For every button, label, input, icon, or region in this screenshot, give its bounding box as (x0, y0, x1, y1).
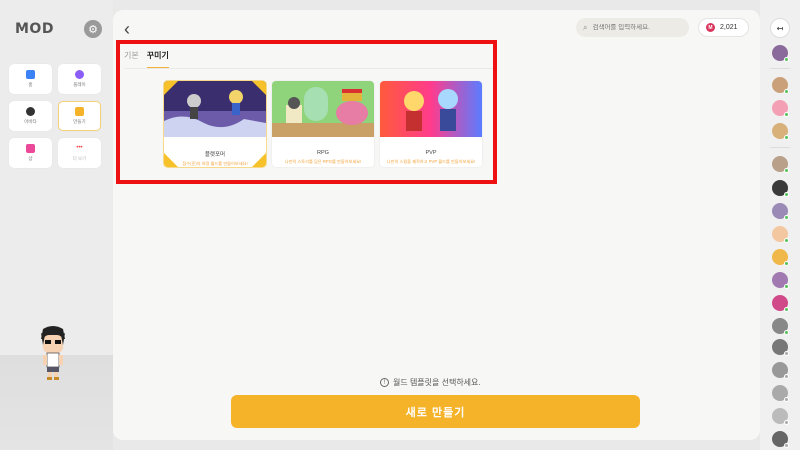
rail-divider (770, 68, 790, 69)
nav-shop[interactable]: 샵 (9, 138, 52, 168)
rail-divider (770, 147, 790, 148)
nav-label: 홈 (28, 82, 33, 87)
friend-avatar[interactable] (772, 226, 789, 243)
friend-avatar[interactable] (772, 272, 789, 289)
status-dot (784, 397, 789, 402)
nav-play[interactable]: 플레이 (58, 64, 101, 94)
nav-avatar[interactable]: 아바타 (9, 101, 52, 131)
create-new-button[interactable]: 새로 만들기 (231, 395, 640, 428)
shop-icon (26, 144, 35, 153)
expand-arrows-icon: ↤ (776, 23, 784, 33)
player-avatar (41, 326, 65, 380)
nav-label: 아바타 (24, 119, 37, 124)
nav-label: 플레이 (73, 82, 86, 87)
avatar-icon (26, 107, 35, 116)
friend-avatar[interactable] (772, 156, 789, 173)
friend-avatar[interactable] (772, 203, 789, 220)
chevron-left-icon: ‹ (124, 19, 130, 39)
status-dot (784, 307, 789, 312)
friend-avatar[interactable] (772, 339, 789, 356)
nav-label: 더 보기 (72, 156, 87, 161)
settings-button[interactable]: ⚙ (84, 20, 102, 38)
nav-more[interactable]: ••• 더 보기 (58, 138, 101, 168)
coin-balance[interactable]: M 2,021 (698, 18, 749, 37)
friend-avatar[interactable] (772, 385, 789, 402)
more-icon: ••• (76, 145, 83, 151)
status-dot (784, 330, 789, 335)
friend-avatar[interactable] (772, 249, 789, 266)
search-box[interactable]: ⌕ (576, 18, 689, 37)
search-input[interactable] (592, 24, 678, 31)
status-dot (784, 443, 789, 448)
status-dot (784, 192, 789, 197)
selection-hint: ! 월드 템플릿을 선택하세요. (380, 377, 481, 388)
friend-avatar[interactable] (772, 295, 789, 312)
status-dot (784, 57, 789, 62)
coin-icon: M (706, 23, 715, 32)
create-icon (75, 107, 84, 116)
back-button[interactable]: ‹ (124, 20, 130, 38)
friend-avatar[interactable] (772, 100, 789, 117)
gear-icon: ⚙ (88, 23, 98, 36)
collapse-rail-button[interactable]: ↤ (770, 18, 790, 38)
status-dot (784, 261, 789, 266)
status-dot (784, 238, 789, 243)
nav-home[interactable]: 홈 (9, 64, 52, 94)
status-dot (784, 135, 789, 140)
info-icon: ! (380, 378, 389, 387)
app-logo: MOD (15, 21, 54, 37)
highlight-box (116, 40, 497, 184)
status-dot (784, 112, 789, 117)
friend-avatar[interactable] (772, 77, 789, 94)
status-dot (784, 351, 789, 356)
friend-avatar[interactable] (772, 180, 789, 197)
friend-avatar[interactable] (772, 123, 789, 140)
friend-avatar[interactable] (772, 318, 789, 335)
play-icon (75, 70, 84, 79)
friend-avatar[interactable] (772, 408, 789, 425)
status-dot (784, 89, 789, 94)
friend-avatar[interactable] (772, 45, 789, 62)
hint-text: 월드 템플릿을 선택하세요. (393, 378, 481, 387)
friend-avatar[interactable] (772, 362, 789, 379)
status-dot (784, 215, 789, 220)
status-dot (784, 168, 789, 173)
status-dot (784, 420, 789, 425)
home-icon (26, 70, 35, 79)
status-dot (784, 284, 789, 289)
nav-label: 만들기 (73, 119, 86, 124)
friend-avatar[interactable] (772, 431, 789, 448)
coin-count: 2,021 (720, 24, 738, 31)
status-dot (784, 374, 789, 379)
search-icon: ⌕ (583, 22, 588, 32)
nav-create[interactable]: 만들기 (58, 101, 101, 131)
nav-label: 샵 (28, 156, 33, 161)
